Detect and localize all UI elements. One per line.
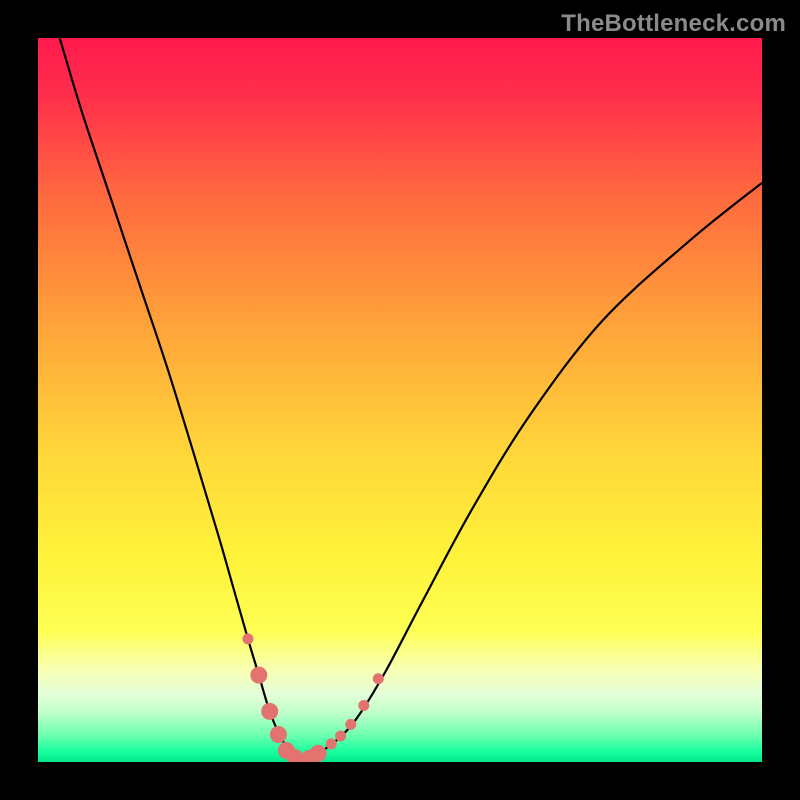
watermark-text: TheBottleneck.com — [561, 10, 786, 38]
marker-dot — [270, 726, 287, 743]
plot-area — [38, 38, 762, 762]
bottleneck-curve — [38, 38, 762, 762]
marker-dot — [358, 700, 369, 711]
marker-dot — [326, 738, 337, 749]
curve-line — [60, 38, 762, 760]
marker-dot — [242, 633, 253, 644]
chart-frame: TheBottleneck.com — [0, 0, 800, 800]
marker-dot — [310, 745, 327, 762]
curve-markers — [242, 633, 383, 762]
marker-dot — [373, 673, 384, 684]
marker-dot — [250, 667, 267, 684]
marker-dot — [345, 719, 356, 730]
marker-dot — [261, 703, 278, 720]
marker-dot — [335, 730, 346, 741]
